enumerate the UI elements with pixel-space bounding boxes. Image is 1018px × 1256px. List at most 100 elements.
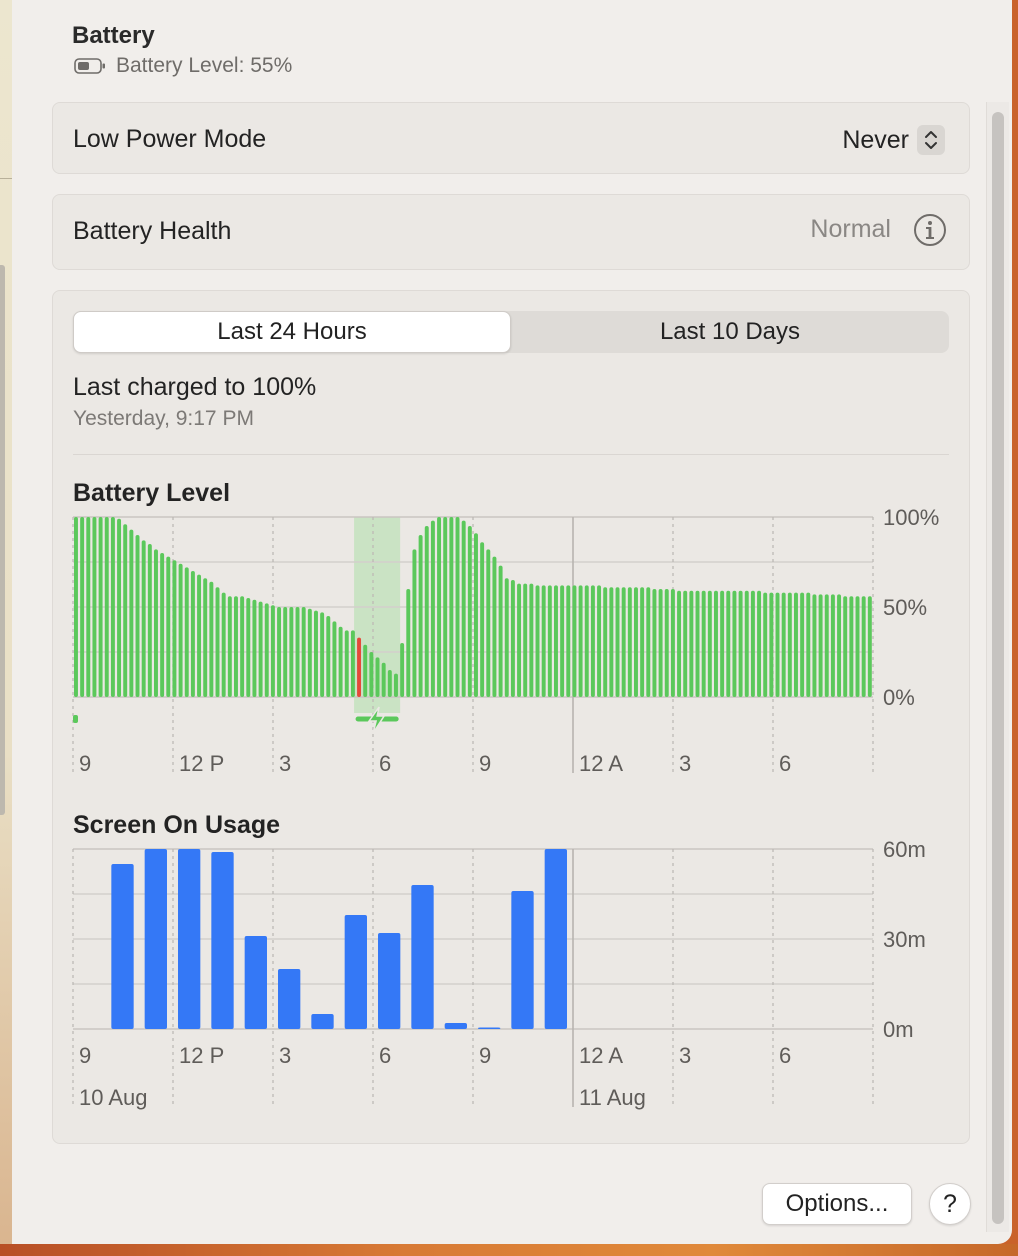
battery-level-bar (480, 542, 485, 697)
battery-level-bar (763, 592, 768, 697)
battery-level-bar (437, 517, 442, 697)
battery-health-value: Normal (810, 215, 891, 243)
battery-level-bar (806, 592, 811, 697)
battery-level-bar (283, 607, 288, 697)
options-button[interactable]: Options... (762, 1183, 912, 1225)
screen-usage-bar (144, 849, 167, 1029)
tab-last-10-days[interactable]: Last 10 Days (511, 311, 949, 353)
battery-level-bar (547, 585, 552, 697)
screen-usage-bar (344, 915, 367, 1029)
screen-usage-bar (211, 852, 234, 1029)
battery-level-bar (74, 517, 78, 697)
battery-level-bar (812, 594, 817, 697)
battery-level-bar (510, 580, 515, 697)
battery-level-bar (492, 556, 497, 697)
y-tick-label: 50% (883, 595, 927, 620)
battery-level-bar (714, 590, 718, 697)
page-title: Battery (72, 22, 155, 49)
battery-level-bar (554, 585, 558, 697)
battery-icon (74, 58, 105, 74)
x-tick-label: 3 (679, 751, 691, 776)
battery-level-bar (270, 605, 275, 697)
battery-level-bar (781, 592, 786, 697)
battery-level-bar (86, 517, 91, 697)
battery-level-chart: 9 12 P 3 6 9 12 A 3 6 100% 50% 0% (72, 509, 939, 776)
battery-level-bar (695, 590, 700, 697)
battery-level-bar (843, 596, 848, 697)
desktop-background-bottom (0, 1244, 1018, 1256)
battery-level-bar (590, 585, 595, 697)
battery-level-bar (615, 587, 620, 697)
battery-level-bar (640, 587, 645, 697)
battery-level-bar (406, 589, 411, 697)
battery-level-bar (350, 630, 355, 697)
screen-usage-bar (478, 1027, 501, 1029)
battery-level-bar (277, 607, 282, 697)
battery-level-bar (849, 596, 854, 697)
screen-usage-bar (411, 885, 434, 1029)
x-tick-label: 6 (379, 751, 391, 776)
desktop-divider (0, 178, 12, 179)
battery-level-bar (197, 574, 202, 697)
low-power-mode-label: Low Power Mode (73, 125, 267, 153)
battery-level-bar (732, 590, 737, 697)
battery-level-bar (664, 589, 669, 697)
battery-level-bar (597, 585, 602, 697)
usage-history-panel: Last 24 Hours Last 10 Days Last charged … (52, 290, 970, 1144)
battery-level-bar (634, 587, 638, 697)
battery-level-bar (794, 592, 798, 697)
battery-level-bar (646, 587, 651, 697)
battery-level-bar (757, 590, 762, 697)
battery-level-bar (400, 643, 405, 697)
low-power-mode-popup[interactable]: Never (842, 125, 945, 155)
battery-level-bar (154, 549, 158, 697)
x-tick-label: 6 (779, 751, 791, 776)
info-icon[interactable] (913, 213, 947, 247)
x-tick-label: 12 P (179, 751, 224, 776)
battery-settings-window: Battery Battery Level: 55% Low Power Mod… (12, 0, 1012, 1244)
time-range-segmented-control: Last 24 Hours Last 10 Days (73, 311, 949, 353)
battery-level-bar (474, 533, 478, 697)
battery-level-bar (338, 626, 343, 697)
battery-level-bar (498, 565, 503, 697)
battery-level-bar (750, 590, 755, 697)
battery-level-bar (234, 596, 238, 697)
x-tick-label: 12 P (179, 1043, 224, 1068)
tab-last-24-hours[interactable]: Last 24 Hours (73, 311, 511, 353)
y-tick-label: 30m (883, 927, 926, 952)
battery-level-bar (621, 587, 626, 697)
y-tick-label: 100% (883, 509, 939, 530)
battery-level-bar (178, 563, 183, 697)
battery-level-bar (123, 524, 128, 697)
scrollbar-thumb[interactable] (992, 112, 1004, 1224)
battery-level-bar (166, 556, 171, 697)
battery-level-bar (357, 637, 362, 697)
help-button[interactable]: ? (929, 1183, 971, 1225)
battery-level-bar (535, 585, 540, 697)
scrollbar[interactable] (986, 102, 1009, 1232)
battery-level-bar (289, 607, 294, 697)
battery-level-bar (855, 596, 860, 697)
battery-level-bar (830, 594, 835, 697)
chevron-up-down-icon[interactable] (917, 125, 945, 155)
battery-level-bar (209, 581, 214, 697)
battery-level-chart-title: Battery Level (73, 479, 231, 507)
battery-level-bar (147, 544, 152, 697)
battery-level-bar (707, 590, 712, 697)
battery-level-bar (92, 517, 97, 697)
date-label: 11 Aug (579, 1085, 646, 1110)
battery-level-bar (824, 594, 829, 697)
battery-level-bar (141, 540, 146, 697)
y-tick-label: 0m (883, 1017, 914, 1042)
battery-level-bar (117, 518, 122, 697)
battery-level-bar (738, 590, 743, 697)
battery-level-bar (467, 526, 472, 697)
screen-usage-bar (311, 1014, 334, 1029)
battery-level-bar (529, 583, 534, 697)
battery-level-bar (135, 535, 140, 697)
battery-level-bar (252, 599, 257, 697)
battery-level-bar (424, 526, 429, 697)
battery-level-bar (449, 517, 454, 697)
battery-level-bar (720, 590, 725, 697)
x-tick-label: 12 A (579, 751, 623, 776)
